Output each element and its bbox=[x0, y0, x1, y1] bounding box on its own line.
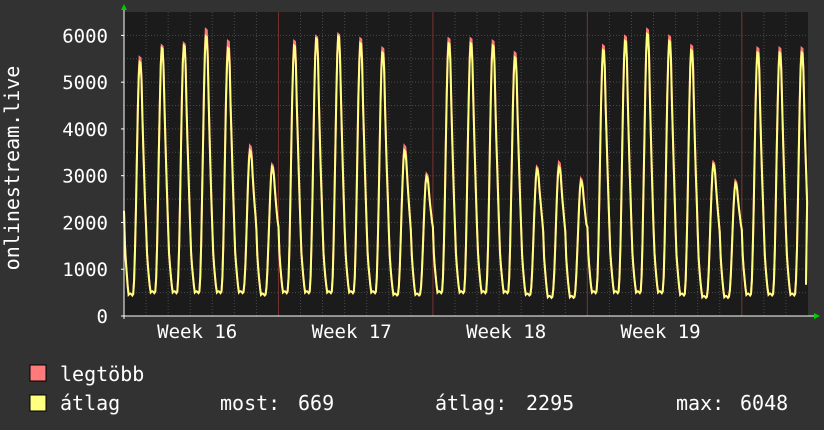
y-tick-label: 4000 bbox=[62, 119, 108, 141]
legend-swatch-legtobb bbox=[29, 364, 47, 382]
y-axis-arrow bbox=[121, 4, 127, 10]
y-tick-label: 5000 bbox=[62, 72, 108, 94]
y-axis-label: onlinestream.live bbox=[0, 66, 24, 271]
legend-swatch-atlag bbox=[29, 394, 47, 412]
x-axis-ticks: Week 16 Week 17 Week 18 Week 19 bbox=[157, 321, 700, 343]
y-tick-label: 1000 bbox=[62, 259, 108, 281]
y-tick-label: 0 bbox=[97, 306, 108, 328]
stat-most-value: 669 bbox=[298, 391, 334, 415]
stat-max-value: 6048 bbox=[740, 391, 788, 415]
x-tick-label: Week 16 bbox=[157, 321, 237, 343]
stat-most-label: most: bbox=[220, 391, 280, 415]
stat-max-label: max: bbox=[676, 391, 724, 415]
stat-atlag-value: 2295 bbox=[526, 391, 574, 415]
y-tick-label: 3000 bbox=[62, 166, 108, 188]
y-tick-label: 2000 bbox=[62, 212, 108, 234]
x-tick-label: Week 18 bbox=[466, 321, 546, 343]
x-tick-label: Week 19 bbox=[621, 321, 701, 343]
legend-label-atlag: átlag bbox=[60, 391, 120, 415]
legend-label-legtobb: legtöbb bbox=[60, 362, 144, 386]
stat-atlag-label: átlag: bbox=[435, 391, 507, 415]
x-tick-label: Week 17 bbox=[312, 321, 392, 343]
y-tick-label: 6000 bbox=[62, 25, 108, 47]
chart: 0 1000 2000 3000 4000 5000 6000 Week 16 Week 17… bbox=[0, 4, 820, 415]
x-axis-arrow bbox=[814, 313, 820, 319]
y-axis-ticks: 0 1000 2000 3000 4000 5000 6000 bbox=[62, 25, 124, 328]
legend: legtöbb átlag most: 669 átlag: 2295 max:… bbox=[29, 362, 788, 415]
